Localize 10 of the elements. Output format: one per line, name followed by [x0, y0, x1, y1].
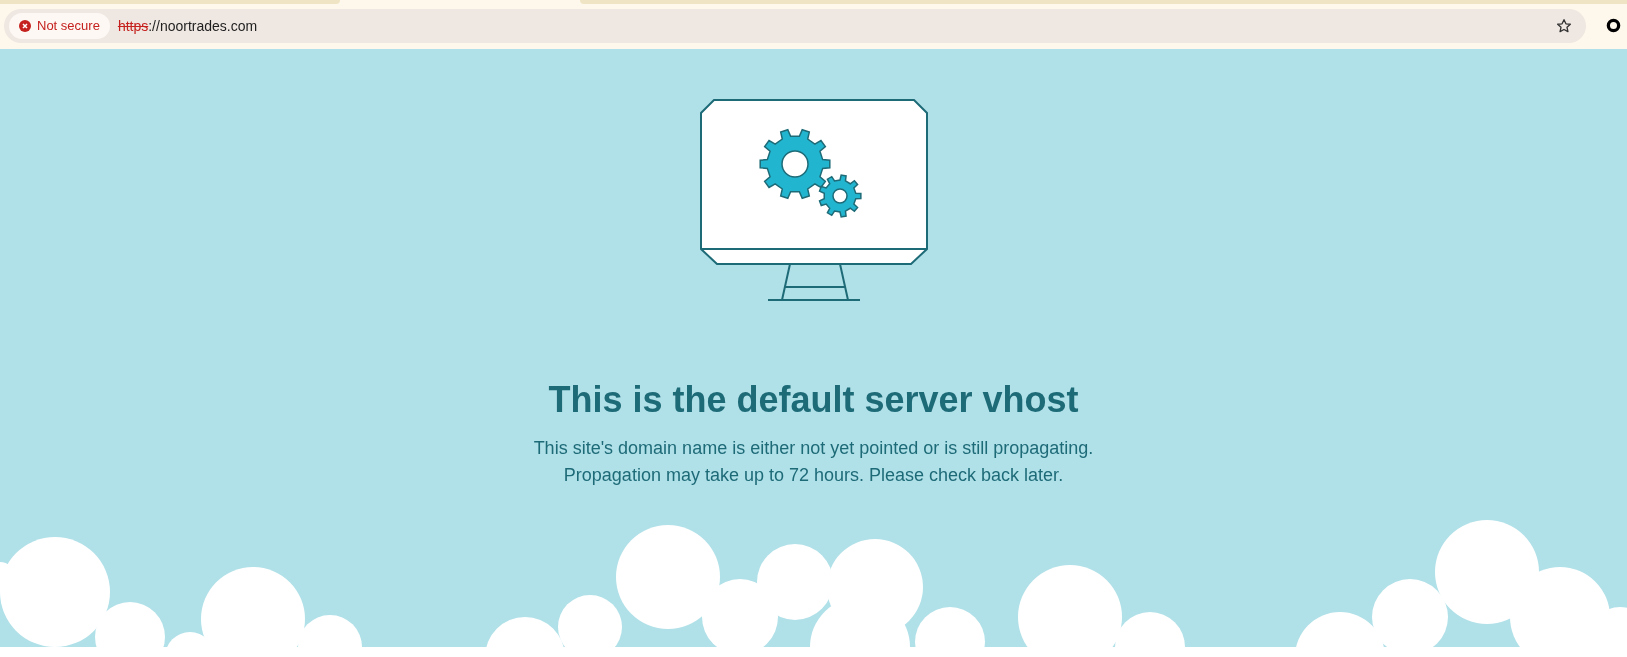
url-text[interactable]: https://noortrades.com [117, 15, 258, 37]
star-icon[interactable] [1556, 18, 1572, 34]
address-bar[interactable]: Not secure https://noortrades.com [4, 9, 1586, 43]
error-icon [19, 20, 31, 32]
message-line: This site's domain name is either not yet pointed or is still propagating. [533, 437, 1094, 460]
security-chip[interactable]: Not secure [9, 13, 110, 39]
heading: This is the default server vhost [548, 378, 1079, 422]
security-label: Not secure [37, 17, 100, 36]
profile-icon[interactable] [1606, 18, 1621, 33]
message-line: Propagation may take up to 72 hours. Please check back later. [563, 464, 1064, 487]
